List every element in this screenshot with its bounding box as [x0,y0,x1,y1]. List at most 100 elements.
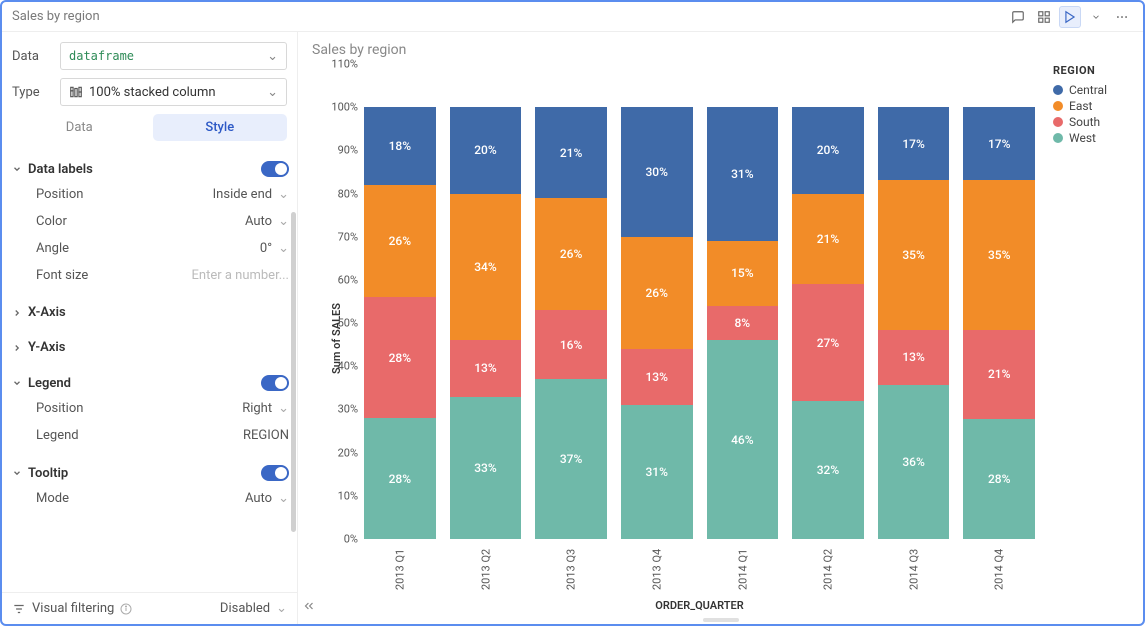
bar-segment[interactable]: 18% [364,107,436,185]
bar-segment[interactable]: 26% [621,237,693,349]
y-tick: 100% [331,101,358,114]
bar-column[interactable]: 21%26%16%37% [535,107,607,539]
bar-segment[interactable]: 15% [707,241,779,306]
section-data-labels[interactable]: Data labels [12,157,289,181]
dl-angle-select[interactable]: 0°⌄ [260,241,289,256]
bar-segment[interactable]: 27% [792,284,864,401]
bar-column[interactable]: 17%35%13%36% [878,107,950,539]
data-labels-title: Data labels [28,162,93,177]
bar-column[interactable]: 31%15%8%46% [707,107,779,539]
tab-data[interactable]: Data [12,114,147,141]
bar-segment[interactable]: 36% [878,385,950,539]
bar-segment[interactable]: 21% [535,107,607,198]
bar-column[interactable]: 20%21%27%32% [792,107,864,539]
x-axis-label: ORDER_QUARTER [360,599,1039,612]
bar-segment[interactable]: 32% [792,401,864,539]
dl-fontsize-input[interactable]: Enter a number... [192,268,290,283]
bar-segment[interactable]: 28% [364,297,436,418]
legend-item[interactable]: West [1053,131,1129,145]
run-icon[interactable] [1059,6,1081,28]
chevron-right-icon [12,308,22,318]
legend-item[interactable]: East [1053,99,1129,113]
y-tick: 90% [338,144,358,157]
vf-select[interactable]: Disabled⌄ [220,601,287,616]
bar-segment[interactable]: 8% [707,306,779,341]
run-chevron-icon[interactable] [1085,6,1107,28]
stacked-column-icon [69,85,83,99]
bar-segment[interactable]: 13% [878,330,950,386]
sidebar-scrollbar[interactable] [291,212,296,532]
filter-icon [12,602,26,616]
comment-icon[interactable] [1007,6,1029,28]
tab-style[interactable]: Style [153,114,288,141]
chevron-down-icon [12,164,22,174]
bar-segment[interactable]: 28% [963,419,1035,539]
bar-column[interactable]: 17%35%21%28% [963,107,1035,539]
bar-segment[interactable]: 20% [450,107,522,193]
bar-segment[interactable]: 13% [450,340,522,396]
visual-filtering: Visual filtering [12,601,132,616]
bar-segment[interactable]: 20% [792,107,864,193]
bar-segment[interactable]: 21% [792,194,864,285]
bar-segment[interactable]: 28% [364,418,436,539]
config-sidebar: Data dataframe ⌄ Type 100% stacked colum… [2,32,298,624]
bar-segment[interactable]: 35% [963,180,1035,330]
bar-segment[interactable]: 37% [535,379,607,539]
bar-segment[interactable]: 31% [707,107,779,241]
x-tick-label: 2014 Q4 [963,545,1035,593]
bar-segment[interactable]: 16% [535,310,607,379]
dl-position-select[interactable]: Inside end⌄ [213,187,289,202]
bar-segment[interactable]: 30% [621,107,693,237]
grid-icon[interactable] [1033,6,1055,28]
resize-handle[interactable] [703,618,739,622]
x-tick-label: 2014 Q3 [878,545,950,593]
section-xaxis[interactable]: X-Axis [12,301,289,324]
bar-segment[interactable]: 35% [878,180,950,330]
lg-legend-label: Legend [36,428,79,443]
chart-title: Sales by region [312,42,1129,58]
info-icon[interactable] [120,603,132,615]
legend-title: Legend [28,376,71,391]
bar-column[interactable]: 18%26%28%28% [364,107,436,539]
chart-legend: REGION CentralEastSouthWest [1039,64,1129,612]
chevron-down-icon: ⌄ [267,85,278,100]
chevron-down-icon [12,378,22,388]
xaxis-title: X-Axis [28,305,66,320]
toggle-data-labels[interactable] [261,161,289,177]
bar-segment[interactable]: 17% [878,107,950,180]
header-bar: Sales by region [2,2,1143,32]
bar-segment[interactable]: 46% [707,340,779,539]
header-title: Sales by region [12,9,100,24]
bar-segment[interactable]: 31% [621,405,693,539]
bar-column[interactable]: 20%34%13%33% [450,107,522,539]
data-select[interactable]: dataframe ⌄ [60,42,287,70]
bar-segment[interactable]: 26% [364,185,436,297]
dl-color-select[interactable]: Auto⌄ [245,214,289,229]
lg-position-select[interactable]: Right⌄ [242,401,289,416]
legend-item[interactable]: South [1053,115,1129,129]
bar-column[interactable]: 30%26%13%31% [621,107,693,539]
chart-plot[interactable]: 0%10%20%30%40%50%60%70%80%90%100%110% 18… [360,64,1039,539]
bar-segment[interactable]: 34% [450,194,522,341]
bar-segment[interactable]: 26% [535,198,607,310]
y-tick: 50% [338,317,358,330]
chevron-down-icon [12,468,22,478]
more-icon[interactable] [1111,6,1133,28]
legend-item[interactable]: Central [1053,83,1129,97]
y-tick: 40% [338,360,358,373]
type-value: 100% stacked column [89,85,216,100]
bar-segment[interactable]: 33% [450,397,522,539]
toggle-legend[interactable] [261,375,289,391]
legend-label: West [1069,131,1096,145]
type-select[interactable]: 100% stacked column ⌄ [60,78,287,106]
toggle-tooltip[interactable] [261,465,289,481]
tt-mode-select[interactable]: Auto⌄ [245,491,289,506]
bar-segment[interactable]: 17% [963,107,1035,180]
section-yaxis[interactable]: Y-Axis [12,336,289,359]
bar-segment[interactable]: 21% [963,330,1035,420]
section-legend[interactable]: Legend [12,371,289,395]
bar-segment[interactable]: 13% [621,349,693,405]
legend-label: East [1069,99,1092,113]
section-tooltip[interactable]: Tooltip [12,461,289,485]
data-value: dataframe [69,49,134,63]
